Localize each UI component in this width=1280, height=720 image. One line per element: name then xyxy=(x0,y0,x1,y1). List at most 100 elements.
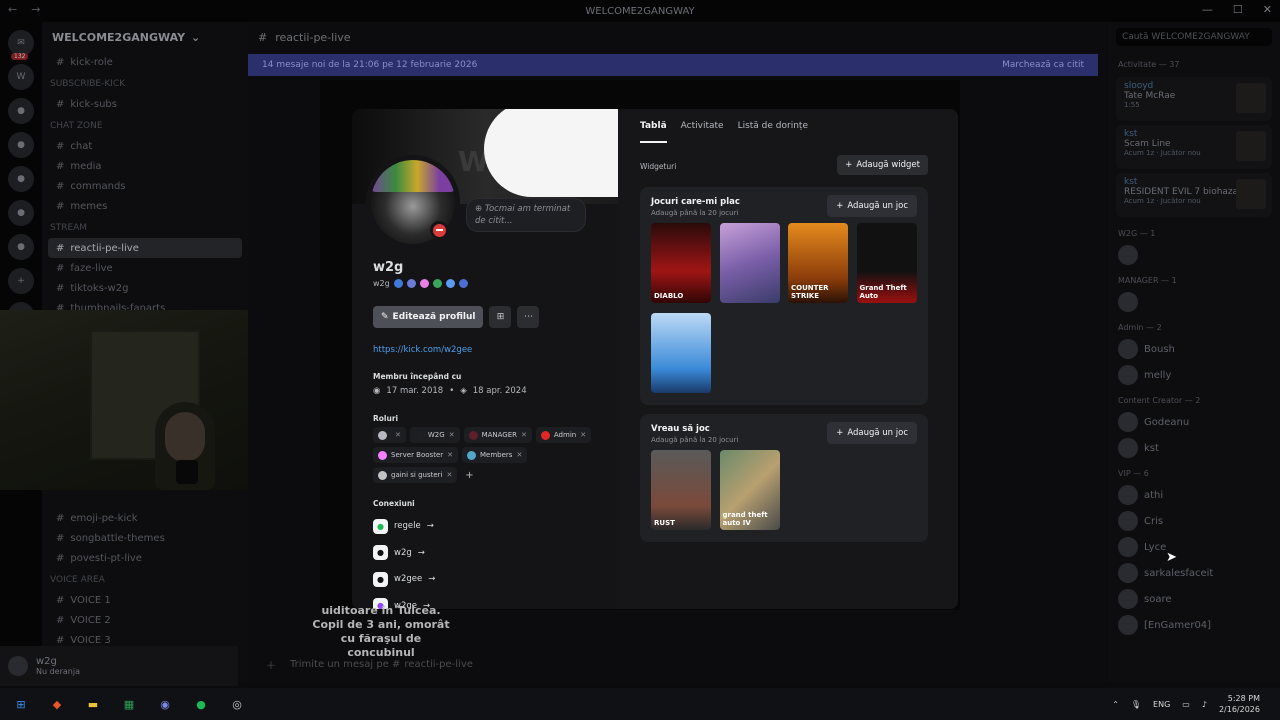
brave-icon[interactable]: ◆ xyxy=(48,695,66,713)
member-row[interactable]: Lyce xyxy=(1108,534,1280,560)
add-game-button[interactable]: + Adaugă un joc xyxy=(827,422,917,444)
channel-item[interactable]: # reactii-pe-live xyxy=(48,238,242,258)
role-chip[interactable]: Server Booster ✕ xyxy=(373,447,458,463)
profile-tab[interactable]: Listă de dorințe xyxy=(738,121,808,143)
remove-role-icon[interactable]: ✕ xyxy=(449,431,455,439)
remove-role-icon[interactable]: ✕ xyxy=(580,431,586,439)
back-icon[interactable]: ← xyxy=(8,3,17,16)
remove-role-icon[interactable]: ✕ xyxy=(516,451,522,459)
role-chip[interactable]: gaini si gusteri ✕ xyxy=(373,467,458,483)
remove-role-icon[interactable]: ✕ xyxy=(521,431,527,439)
channel-item[interactable]: # memes xyxy=(42,196,248,216)
channel-category[interactable]: STREAM xyxy=(42,218,248,238)
server-header[interactable]: WELCOME2GANGWAY ⌄ xyxy=(42,22,248,52)
game-cover[interactable]: COUNTER STRIKE xyxy=(788,223,848,303)
channel-item[interactable]: # chat xyxy=(42,136,248,156)
connection-item[interactable]: ● regele → xyxy=(373,513,435,540)
role-chip[interactable]: MANAGER ✕ xyxy=(463,427,532,443)
mark-read-button[interactable]: Marchează ca citit xyxy=(1002,60,1084,70)
remove-role-icon[interactable]: ✕ xyxy=(447,451,453,459)
game-cover[interactable]: RUST xyxy=(651,450,711,530)
member-row[interactable]: kst xyxy=(1108,435,1280,461)
server-icon[interactable]: ● xyxy=(8,132,34,158)
channel-category[interactable]: VOICE AREA xyxy=(42,570,248,590)
discord-icon[interactable]: ◉ xyxy=(156,695,174,713)
role-chip[interactable]: ✕ xyxy=(373,427,406,443)
game-cover[interactable]: DIABLO xyxy=(651,223,711,303)
chevron-up-icon[interactable]: ⌃ xyxy=(1112,700,1119,709)
gift-button[interactable]: ⊞ xyxy=(489,306,512,328)
forward-icon[interactable]: → xyxy=(31,3,40,16)
clock[interactable]: 5:28 PM 2/16/2026 xyxy=(1219,693,1260,715)
channel-item[interactable]: # faze-live xyxy=(42,258,248,278)
channel-item[interactable]: # emoji-pe-kick xyxy=(42,508,248,528)
activity-card[interactable]: slooyd Tate McRae 1:55 xyxy=(1116,77,1272,121)
profile-link[interactable]: https://kick.com/w2gee xyxy=(373,345,472,355)
channel-item[interactable]: # VOICE 2 xyxy=(42,610,248,630)
network-icon[interactable]: ▭ xyxy=(1182,700,1190,709)
more-button[interactable]: ⋯ xyxy=(517,306,540,328)
minimize-icon[interactable]: — xyxy=(1202,3,1213,16)
channel-item[interactable]: # tiktoks-w2g xyxy=(42,278,248,298)
role-chip[interactable]: Members ✕ xyxy=(462,447,528,463)
member-row[interactable]: melly xyxy=(1108,362,1280,388)
add-game-button[interactable]: + Adaugă un joc xyxy=(827,195,917,217)
role-chip[interactable]: W2G ✕ xyxy=(409,427,460,443)
member-row[interactable]: soare xyxy=(1108,586,1280,612)
new-messages-bar[interactable]: 14 mesaje noi de la 21:06 pe 12 februari… xyxy=(248,54,1098,76)
file-explorer-icon[interactable]: ▬ xyxy=(84,695,102,713)
channel-category[interactable]: SUBSCRIBE-KICK xyxy=(42,74,248,94)
channel-category[interactable]: CHAT ZONE xyxy=(42,116,248,136)
direct-messages-icon[interactable]: ✉ 132 xyxy=(8,30,34,60)
volume-icon[interactable]: ♪ xyxy=(1202,700,1207,709)
windows-start-icon[interactable]: ⊞ xyxy=(12,695,30,713)
add-widget-button[interactable]: + Adaugă widget xyxy=(837,155,928,175)
game-cover[interactable] xyxy=(719,223,780,303)
channel-item[interactable]: # VOICE 1 xyxy=(42,590,248,610)
excel-icon[interactable]: ▦ xyxy=(120,695,138,713)
activity-card[interactable]: kst Scam Line Acum 1z · Jucător nou xyxy=(1116,125,1272,169)
member-row[interactable]: Cris xyxy=(1108,508,1280,534)
channel-item[interactable]: # kick-role xyxy=(42,52,248,72)
microphone-icon[interactable]: 🎙 xyxy=(1131,700,1141,709)
game-cover[interactable]: grand theft auto IV xyxy=(719,450,780,530)
channel-item[interactable]: # media xyxy=(42,156,248,176)
add-server-icon[interactable]: + xyxy=(8,268,34,294)
language-indicator[interactable]: ENG xyxy=(1153,700,1170,709)
server-icon[interactable]: W xyxy=(8,64,34,90)
activity-card[interactable]: kst RESIDENT EVIL 7 biohaza... Acum 1z · J… xyxy=(1116,173,1272,217)
server-icon[interactable]: ● xyxy=(8,166,34,192)
server-icon[interactable]: ● xyxy=(8,200,34,226)
member-row[interactable]: sarkalesfaceit xyxy=(1108,560,1280,586)
server-icon[interactable]: ● xyxy=(8,234,34,260)
channel-item[interactable]: # kick-subs xyxy=(42,94,248,114)
remove-role-icon[interactable]: ✕ xyxy=(447,471,453,479)
spotify-icon[interactable]: ● xyxy=(192,695,210,713)
server-icon[interactable]: ● xyxy=(8,98,34,124)
maximize-icon[interactable]: ☐ xyxy=(1233,3,1243,16)
game-cover[interactable] xyxy=(651,313,711,393)
custom-status-bubble[interactable]: ⊕ Tocmai am terminat de citit... xyxy=(466,198,586,232)
profile-tab[interactable]: Activitate xyxy=(681,121,724,143)
member-row[interactable] xyxy=(1108,242,1280,268)
channel-item[interactable]: # songbattle-themes xyxy=(42,528,248,548)
connection-item[interactable]: ● w2g → xyxy=(373,540,435,567)
user-panel[interactable]: w2g Nu deranja xyxy=(0,646,238,686)
member-row[interactable]: Boush xyxy=(1108,336,1280,362)
steam-icon[interactable]: ◎ xyxy=(228,695,246,713)
role-chip[interactable]: Admin ✕ xyxy=(535,427,592,443)
close-icon[interactable]: ✕ xyxy=(1263,3,1272,16)
search-input[interactable]: Caută WELCOME2GANGWAY xyxy=(1116,28,1272,46)
member-row[interactable]: athi xyxy=(1108,482,1280,508)
channel-item[interactable]: # commands xyxy=(42,176,248,196)
game-cover[interactable]: Grand Theft Auto xyxy=(856,223,917,303)
edit-profile-button[interactable]: ✎ Editează profilul xyxy=(373,306,484,328)
add-attachment-icon[interactable]: ＋ xyxy=(266,657,276,672)
profile-tab[interactable]: Tablă xyxy=(640,121,667,143)
connection-item[interactable]: ● w2gee → xyxy=(373,566,435,593)
remove-role-icon[interactable]: ✕ xyxy=(395,431,401,439)
add-role-icon[interactable]: + xyxy=(461,467,477,483)
member-row[interactable]: Godeanu xyxy=(1108,409,1280,435)
member-row[interactable] xyxy=(1108,289,1280,315)
member-row[interactable]: [EnGamer04] xyxy=(1108,612,1280,638)
